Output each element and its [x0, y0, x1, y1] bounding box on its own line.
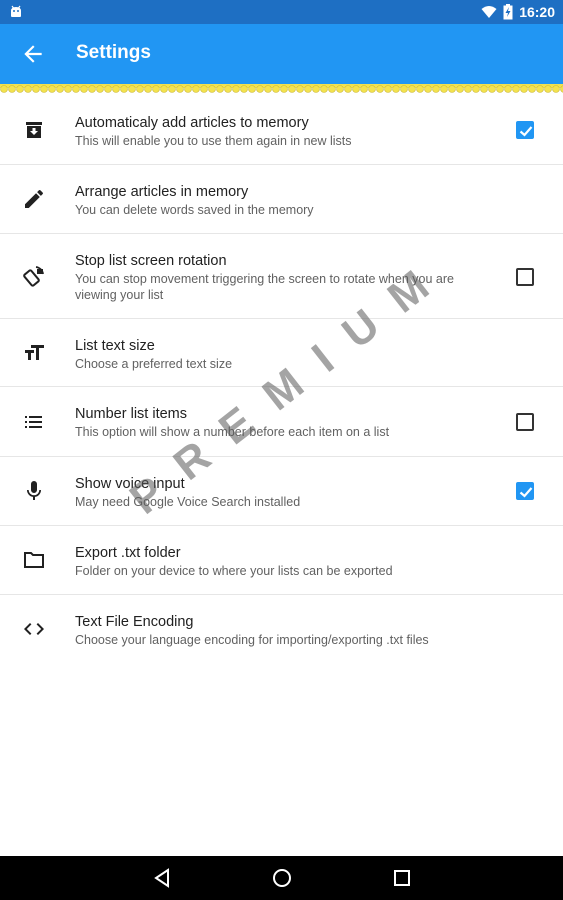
setting-arrange-memory[interactable]: Arrange articles in memory You can delet… [0, 165, 563, 234]
setting-title: Automaticaly add articles to memory [75, 115, 309, 131]
setting-title: Stop list screen rotation [75, 253, 227, 269]
setting-summary: Choose a preferred text size [75, 357, 233, 371]
setting-voice-input[interactable]: Show voice input May need Google Voice S… [0, 457, 563, 526]
setting-text-size[interactable]: List text size Choose a preferred text s… [0, 319, 563, 387]
stop-rotation-checkbox[interactable] [516, 268, 534, 286]
setting-auto-add-memory[interactable]: Automaticaly add articles to memory This… [0, 96, 563, 165]
archive-icon [26, 122, 42, 138]
setting-title: Text File Encoding [75, 614, 194, 630]
code-icon [24, 623, 44, 635]
setting-summary: This will enable you to use them again i… [75, 134, 352, 148]
wifi-icon [481, 6, 497, 18]
setting-title: Export .txt folder [75, 545, 181, 561]
app-bar: Settings [0, 24, 563, 84]
battery-charging-icon [503, 4, 513, 20]
arrow-back-icon[interactable] [20, 41, 46, 67]
status-bar: 16:20 [0, 0, 563, 24]
setting-summary: You can delete words saved in the memory [75, 203, 314, 217]
voice-input-checkbox[interactable] [516, 482, 534, 500]
setting-summary: This option will show a number before ea… [75, 425, 390, 439]
setting-summary: You can stop movement triggering the scr… [75, 272, 454, 302]
microphone-icon [27, 481, 41, 500]
navigation-bar [0, 856, 563, 900]
home-circle-icon[interactable] [270, 866, 294, 890]
setting-text-encoding[interactable]: Text File Encoding Choose your language … [0, 595, 563, 664]
numbered-list-icon [25, 416, 42, 428]
recents-square-icon[interactable] [390, 866, 414, 890]
settings-list: Automaticaly add articles to memory This… [0, 96, 563, 664]
screen-rotation-icon [23, 266, 44, 287]
setting-summary: May need Google Voice Search installed [75, 495, 301, 509]
number-items-checkbox[interactable] [516, 413, 534, 431]
back-triangle-icon[interactable] [150, 866, 174, 890]
setting-summary: Choose your language encoding for import… [75, 633, 429, 647]
lace-border [0, 84, 563, 96]
setting-stop-rotation[interactable]: Stop list screen rotation You can stop m… [0, 234, 563, 319]
setting-title: List text size [75, 338, 155, 354]
setting-number-items[interactable]: Number list items This option will show … [0, 387, 563, 457]
text-size-icon [25, 345, 44, 360]
setting-title: Arrange articles in memory [75, 184, 249, 200]
setting-title: Number list items [75, 406, 187, 422]
setting-title: Show voice input [75, 476, 185, 492]
folder-icon [24, 552, 44, 568]
auto-add-memory-checkbox[interactable] [516, 121, 534, 139]
setting-export-folder[interactable]: Export .txt folder Folder on your device… [0, 526, 563, 595]
status-time: 16:20 [519, 4, 555, 20]
pencil-icon [25, 189, 43, 208]
android-icon [11, 5, 21, 17]
page-title: Settings [76, 42, 151, 63]
setting-summary: Folder on your device to where your list… [75, 564, 393, 578]
